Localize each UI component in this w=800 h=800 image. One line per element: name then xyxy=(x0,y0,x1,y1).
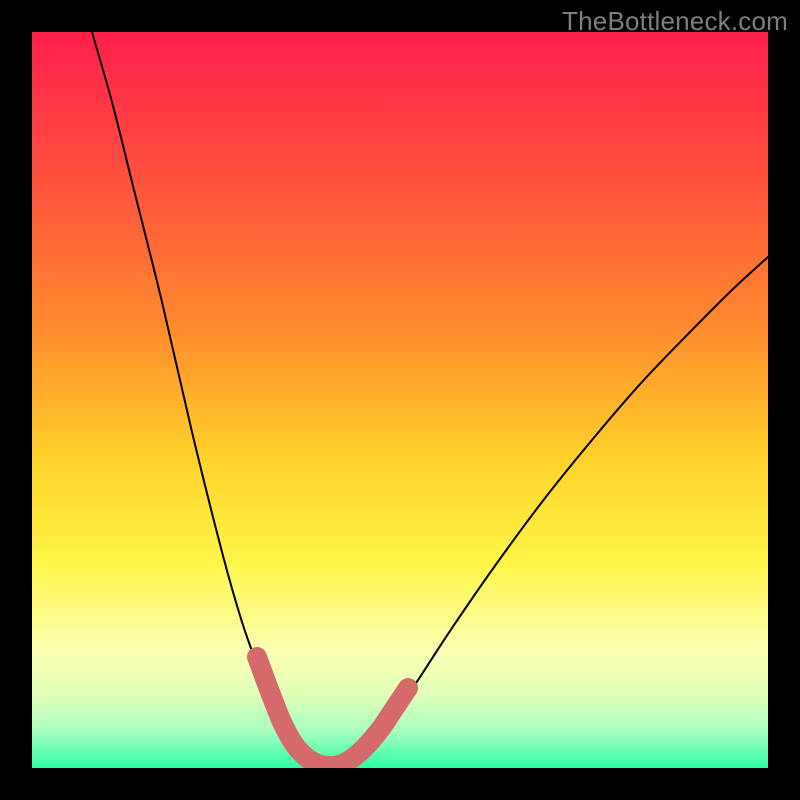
chart-frame: TheBottleneck.com xyxy=(0,0,800,800)
plot-area xyxy=(32,32,768,768)
optimal-range-marker xyxy=(257,657,408,766)
chart-svg xyxy=(32,32,768,768)
bottleneck-curve xyxy=(92,32,768,767)
